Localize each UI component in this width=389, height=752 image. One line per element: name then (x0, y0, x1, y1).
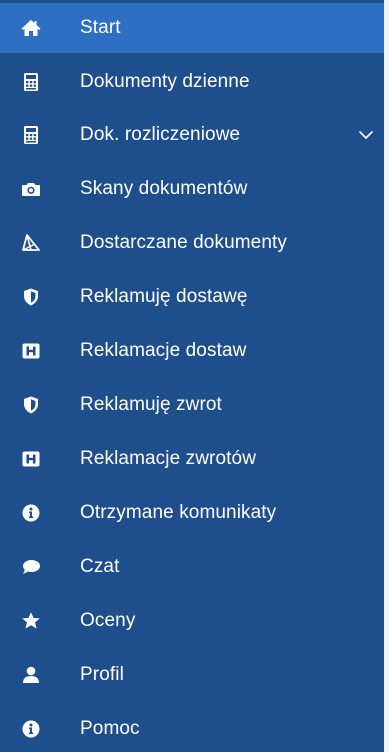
h-square-icon (21, 449, 41, 469)
info-circle-icon (21, 719, 41, 739)
sidebar-item-label: Oceny (80, 610, 136, 631)
sidebar-item-reklamuje-dostawe[interactable]: Reklamuję dostawę (0, 272, 384, 322)
info-circle-icon (21, 503, 41, 523)
shield-icon (21, 287, 41, 307)
sidebar-item-dostarczane-dokumenty[interactable]: Dostarczane dokumenty (0, 218, 384, 268)
sidebar-item-otrzymane-komunikaty[interactable]: Otrzymane komunikaty (0, 488, 384, 538)
shield-icon (21, 395, 41, 415)
sidebar-item-label: Reklamuję dostawę (80, 286, 248, 307)
comment-icon (21, 557, 41, 577)
sidebar-item-label: Start (80, 17, 121, 38)
sidebar-item-label: Czat (80, 556, 120, 577)
sidebar-item-label: Reklamacje zwrotów (80, 448, 257, 469)
star-icon (21, 611, 41, 631)
sidebar-item-label: Pomoc (80, 718, 140, 739)
sidebar-item-label: Skany dokumentów (80, 178, 248, 199)
camera-icon (21, 179, 41, 199)
sidebar-item-label: Reklamacje dostaw (80, 340, 247, 361)
h-square-icon (21, 341, 41, 361)
sidebar-item-label: Reklamuję zwrot (80, 394, 222, 415)
chevron-down-icon[interactable] (358, 129, 374, 141)
sidebar-item-label: Otrzymane komunikaty (80, 502, 277, 523)
sidebar-nav: Start Dokumenty dzienne Dok. rozliczenio… (0, 0, 384, 752)
sidebar-item-profil[interactable]: Profil (0, 650, 384, 700)
sidebar-item-label: Dokumenty dzienne (80, 71, 250, 92)
sidebar-item-start[interactable]: Start (0, 3, 384, 53)
sidebar-item-pomoc[interactable]: Pomoc (0, 704, 384, 752)
send-icon (21, 233, 41, 253)
user-icon (21, 665, 41, 685)
calculator-icon (21, 72, 41, 92)
sidebar-item-czat[interactable]: Czat (0, 542, 384, 592)
calculator-icon (21, 125, 41, 145)
sidebar-item-label: Profil (80, 664, 124, 685)
sidebar-item-reklamuje-zwrot[interactable]: Reklamuję zwrot (0, 380, 384, 430)
sidebar-item-label: Dostarczane dokumenty (80, 232, 287, 253)
sidebar-item-label: Dok. rozliczeniowe (80, 124, 241, 145)
sidebar-item-dok-rozliczeniowe[interactable]: Dok. rozliczeniowe (0, 110, 384, 160)
sidebar-item-skany-dokumentow[interactable]: Skany dokumentów (0, 164, 384, 214)
sidebar-item-reklamacje-dostaw[interactable]: Reklamacje dostaw (0, 326, 384, 376)
sidebar-item-oceny[interactable]: Oceny (0, 596, 384, 646)
sidebar-item-reklamacje-zwrotow[interactable]: Reklamacje zwrotów (0, 434, 384, 484)
page-background: Start Dokumenty dzienne Dok. rozliczenio… (0, 0, 389, 752)
sidebar-item-dokumenty-dzienne[interactable]: Dokumenty dzienne (0, 57, 384, 107)
home-icon (21, 18, 41, 38)
